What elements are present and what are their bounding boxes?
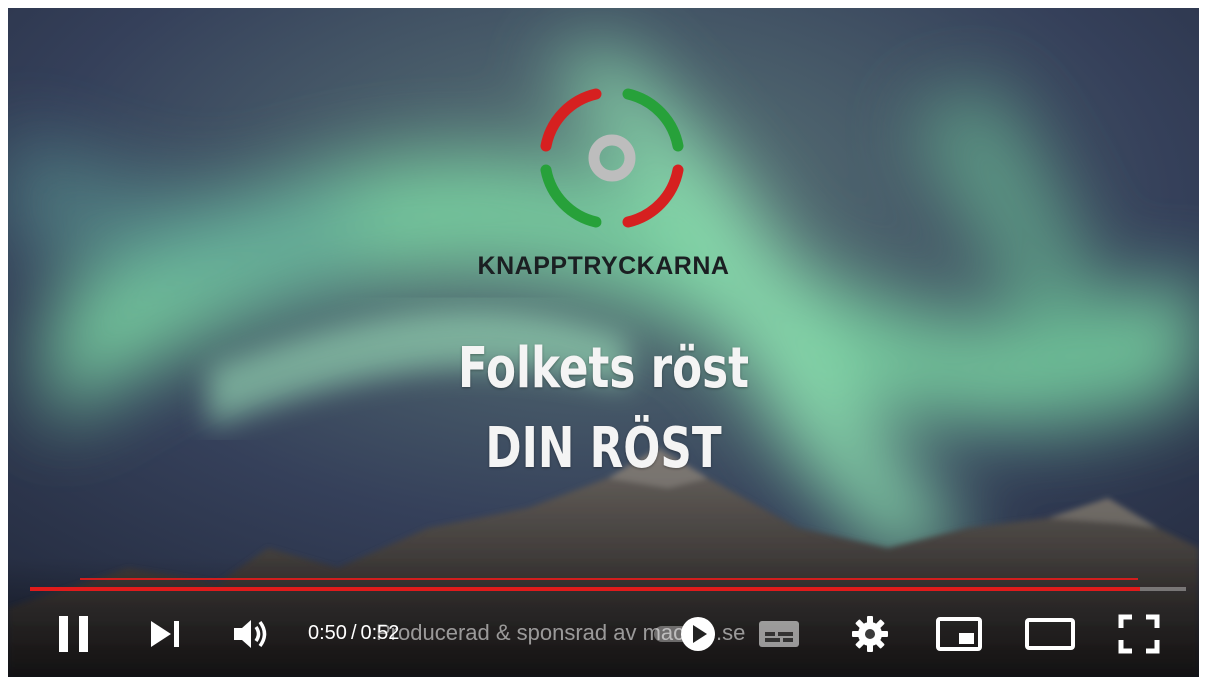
logo-arc-red-bottom <box>622 164 684 228</box>
chapter-marker-line <box>80 578 1138 580</box>
video-player[interactable]: KNAPPTRYCKARNA Folkets röst DIN RÖST 0:5… <box>8 8 1199 677</box>
miniplayer-icon <box>936 617 982 651</box>
knapptryckarna-logo <box>540 88 684 228</box>
progress-bar[interactable] <box>30 587 1186 591</box>
logo-arc-green-bottom <box>540 164 602 228</box>
pause-icon <box>59 616 88 652</box>
theater-mode-button[interactable] <box>1022 614 1078 654</box>
next-icon <box>151 621 179 647</box>
miniplayer-button[interactable] <box>932 614 986 654</box>
subtitles-button[interactable] <box>754 614 804 654</box>
mute-button[interactable] <box>230 614 274 654</box>
current-time: 0:50 <box>308 622 347 644</box>
logo-arc-green-top <box>622 88 684 152</box>
subtitles-icon <box>759 621 799 647</box>
headline-line-1: Folkets röst <box>457 336 750 401</box>
settings-button[interactable] <box>848 614 892 654</box>
progress-played <box>30 587 1140 591</box>
brand-name: KNAPPTRYCKARNA <box>477 252 730 280</box>
theater-mode-icon <box>1025 618 1075 650</box>
fullscreen-icon <box>1118 614 1160 654</box>
autoplay-toggle[interactable] <box>652 614 724 654</box>
fullscreen-button[interactable] <box>1116 614 1162 654</box>
pause-button[interactable] <box>52 614 96 654</box>
logo-center-ring <box>588 134 636 182</box>
autoplay-toggle-icon <box>654 617 715 651</box>
controls-gradient <box>8 557 1199 677</box>
settings-icon <box>852 616 888 652</box>
logo-arc-red-top <box>540 88 602 152</box>
volume-icon <box>234 620 267 648</box>
time-separator: / <box>350 622 357 644</box>
headline-line-2: DIN RÖST <box>485 416 722 481</box>
next-button[interactable] <box>146 614 186 654</box>
